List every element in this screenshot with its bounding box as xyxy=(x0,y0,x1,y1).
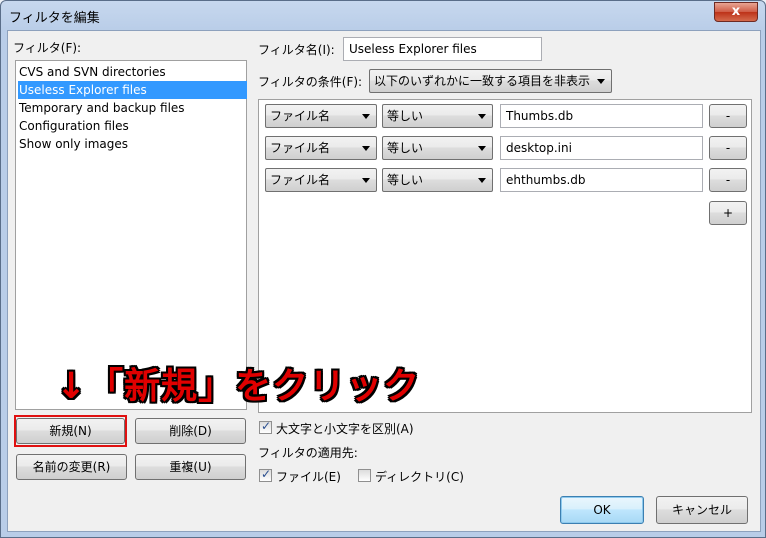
chevron-down-icon xyxy=(362,146,370,151)
chevron-down-icon xyxy=(478,146,486,151)
chevron-down-icon xyxy=(362,114,370,119)
filters-label: フィルタ(F): xyxy=(13,41,82,55)
title-bar[interactable]: フィルタを編集 x xyxy=(1,1,765,29)
remove-rule-button[interactable]: - xyxy=(709,136,747,160)
click-new-annotation: ↓「新規」をクリック xyxy=(56,366,421,407)
duplicate-button[interactable]: 重複(U) xyxy=(135,454,246,480)
remove-rule-button[interactable]: - xyxy=(709,168,747,192)
rule-operator-select[interactable]: 等しい xyxy=(382,136,493,160)
filter-name-label: フィルタ名(I): xyxy=(258,43,335,57)
close-button[interactable]: x xyxy=(714,2,758,22)
rule-operator-select[interactable]: 等しい xyxy=(382,104,493,128)
files-label[interactable]: ファイル(E) xyxy=(276,468,341,485)
chevron-down-icon xyxy=(478,178,486,183)
remove-rule-button[interactable]: - xyxy=(709,104,747,128)
filter-name-input[interactable]: Useless Explorer files xyxy=(343,37,542,61)
rule-field-value: ファイル名 xyxy=(270,173,331,187)
ok-button[interactable]: OK xyxy=(560,496,644,524)
list-item-useless-explorer[interactable]: Useless Explorer files xyxy=(18,81,247,99)
directories-checkbox[interactable] xyxy=(358,469,371,482)
window-title: フィルタを編集 xyxy=(9,11,100,26)
list-item-configuration[interactable]: Configuration files xyxy=(18,117,247,135)
rule-field-select[interactable]: ファイル名 xyxy=(265,104,377,128)
rule-operator-value: 等しい xyxy=(387,173,424,187)
rule-field-select[interactable]: ファイル名 xyxy=(265,168,377,192)
add-rule-button[interactable]: + xyxy=(709,201,747,225)
condition-select[interactable]: 以下のいずれかに一致する項目を非表示 xyxy=(369,69,612,93)
list-item-images[interactable]: Show only images xyxy=(18,135,247,153)
case-sensitive-label[interactable]: 大文字と小文字を区別(A) xyxy=(276,420,414,437)
cancel-button[interactable]: キャンセル xyxy=(656,496,748,524)
rename-button[interactable]: 名前の変更(R) xyxy=(16,454,127,480)
rule-operator-value: 等しい xyxy=(387,141,424,155)
files-checkbox[interactable] xyxy=(259,467,272,482)
rule-operator-select[interactable]: 等しい xyxy=(382,168,493,192)
chevron-down-icon xyxy=(362,178,370,183)
delete-button[interactable]: 削除(D) xyxy=(135,418,246,444)
case-sensitive-checkbox[interactable] xyxy=(259,419,272,434)
rule-operator-value: 等しい xyxy=(387,109,424,123)
condition-select-value: 以下のいずれかに一致する項目を非表示 xyxy=(374,74,591,88)
list-item-cvs-svn[interactable]: CVS and SVN directories xyxy=(18,63,247,81)
rule-field-select[interactable]: ファイル名 xyxy=(265,136,377,160)
chevron-down-icon xyxy=(597,79,605,84)
rule-value-input[interactable]: desktop.ini xyxy=(500,136,703,160)
edit-filter-dialog: フィルタを編集 x フィルタ(F): CVS and SVN directori… xyxy=(0,0,766,538)
rule-value-input[interactable]: ehthumbs.db xyxy=(500,168,703,192)
directories-label[interactable]: ディレクトリ(C) xyxy=(375,468,464,485)
rule-field-value: ファイル名 xyxy=(270,141,331,155)
chevron-down-icon xyxy=(478,114,486,119)
list-item-temporary-backup[interactable]: Temporary and backup files xyxy=(18,99,247,117)
rule-value-input[interactable]: Thumbs.db xyxy=(500,104,703,128)
rule-field-value: ファイル名 xyxy=(270,109,331,123)
dialog-client-area: フィルタ(F): CVS and SVN directories Useless… xyxy=(7,30,761,532)
condition-label: フィルタの条件(F): xyxy=(258,75,363,89)
new-button-highlight xyxy=(14,415,127,447)
apply-to-label: フィルタの適用先: xyxy=(258,446,358,460)
